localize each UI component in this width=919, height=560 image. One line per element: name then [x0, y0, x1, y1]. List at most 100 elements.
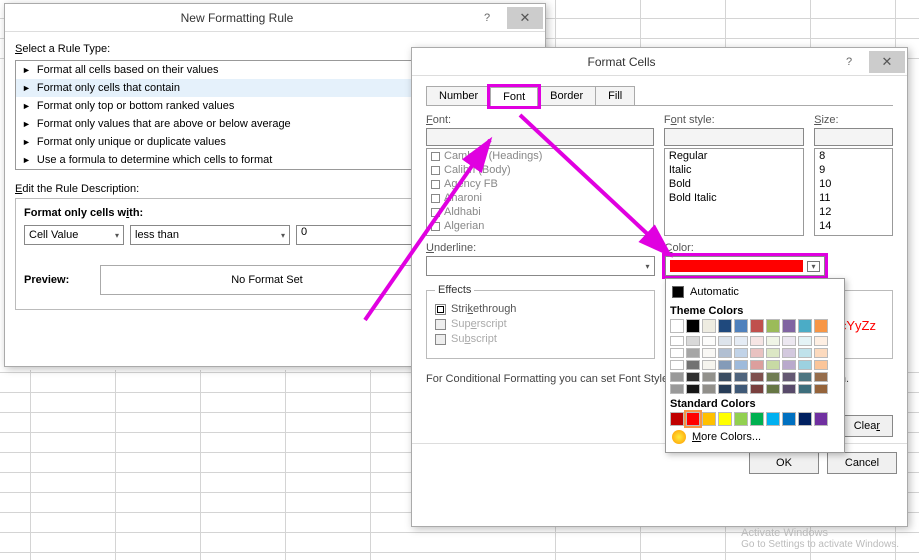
color-swatch[interactable] [702, 319, 716, 333]
color-swatch[interactable] [686, 412, 700, 426]
list-item[interactable]: Bold [665, 177, 803, 191]
tab-border[interactable]: Border [537, 86, 596, 105]
color-swatch[interactable] [766, 372, 780, 382]
color-swatch[interactable] [702, 412, 716, 426]
color-swatch[interactable] [814, 384, 828, 394]
color-swatch[interactable] [798, 360, 812, 370]
criteria-2-dropdown[interactable]: less than▾ [130, 225, 290, 245]
color-swatch[interactable] [814, 336, 828, 346]
color-swatch[interactable] [814, 372, 828, 382]
ok-button[interactable]: OK [749, 452, 819, 474]
color-swatch[interactable] [782, 384, 796, 394]
automatic-color[interactable]: Automatic [670, 283, 840, 301]
color-swatch[interactable] [814, 319, 828, 333]
list-item[interactable]: 11 [815, 191, 892, 205]
color-swatch[interactable] [766, 384, 780, 394]
color-swatch[interactable] [702, 372, 716, 382]
color-swatch[interactable] [670, 372, 684, 382]
color-swatch[interactable] [750, 384, 764, 394]
color-swatch[interactable] [734, 384, 748, 394]
color-swatch[interactable] [814, 360, 828, 370]
color-swatch[interactable] [798, 412, 812, 426]
list-item[interactable]: Agency FB [427, 177, 653, 191]
color-swatch[interactable] [670, 336, 684, 346]
color-swatch[interactable] [718, 336, 732, 346]
list-item[interactable]: Calibri (Body) [427, 163, 653, 177]
color-swatch[interactable] [766, 412, 780, 426]
color-swatch[interactable] [734, 348, 748, 358]
list-item[interactable]: Italic [665, 163, 803, 177]
criteria-1-dropdown[interactable]: Cell Value▾ [24, 225, 124, 245]
color-swatch[interactable] [750, 360, 764, 370]
list-item[interactable]: Algerian [427, 219, 653, 233]
list-item[interactable]: Aldhabi [427, 205, 653, 219]
color-swatch[interactable] [782, 372, 796, 382]
color-swatch[interactable] [782, 412, 796, 426]
color-swatch[interactable] [766, 360, 780, 370]
color-swatch[interactable] [686, 319, 700, 333]
color-swatch[interactable] [814, 348, 828, 358]
color-swatch[interactable] [686, 360, 700, 370]
color-swatch[interactable] [670, 412, 684, 426]
color-swatch[interactable] [702, 384, 716, 394]
color-swatch[interactable] [718, 360, 732, 370]
color-swatch[interactable] [750, 319, 764, 333]
color-swatch[interactable] [670, 384, 684, 394]
color-swatch[interactable] [702, 336, 716, 346]
color-swatch[interactable] [734, 319, 748, 333]
list-item[interactable]: Aharoni [427, 191, 653, 205]
list-item[interactable]: 12 [815, 205, 892, 219]
color-swatch[interactable] [750, 372, 764, 382]
color-swatch[interactable] [718, 319, 732, 333]
color-swatch[interactable] [782, 336, 796, 346]
close-button[interactable]: ✕ [507, 7, 543, 29]
color-swatch[interactable] [734, 372, 748, 382]
help-button[interactable]: ? [831, 51, 867, 73]
color-swatch[interactable] [670, 360, 684, 370]
color-swatch[interactable] [734, 336, 748, 346]
underline-dropdown[interactable]: ▾ [426, 256, 655, 276]
list-item[interactable]: Cambria (Headings) [427, 149, 653, 163]
font-style-list[interactable]: Regular Italic Bold Bold Italic [664, 148, 804, 236]
color-swatch[interactable] [798, 319, 812, 333]
help-button[interactable]: ? [469, 7, 505, 29]
color-swatch[interactable] [814, 412, 828, 426]
color-dropdown[interactable]: ▾ [665, 256, 825, 276]
list-item[interactable]: Bold Italic [665, 191, 803, 205]
color-swatch[interactable] [798, 372, 812, 382]
cancel-button[interactable]: Cancel [827, 452, 897, 474]
color-swatch[interactable] [718, 384, 732, 394]
strikethrough-checkbox[interactable]: Strikethrough [435, 303, 646, 315]
tab-fill[interactable]: Fill [595, 86, 635, 105]
color-swatch[interactable] [798, 384, 812, 394]
font-input[interactable] [426, 128, 654, 146]
color-swatch[interactable] [702, 348, 716, 358]
tab-number[interactable]: Number [426, 86, 491, 105]
color-swatch[interactable] [766, 336, 780, 346]
color-swatch[interactable] [670, 348, 684, 358]
color-swatch[interactable] [702, 360, 716, 370]
color-swatch[interactable] [686, 372, 700, 382]
list-item[interactable]: 9 [815, 163, 892, 177]
clear-button[interactable]: Clear [841, 415, 893, 437]
color-swatch[interactable] [782, 348, 796, 358]
list-item[interactable]: 10 [815, 177, 892, 191]
color-swatch[interactable] [686, 384, 700, 394]
color-swatch[interactable] [718, 412, 732, 426]
list-item[interactable]: Regular [665, 149, 803, 163]
color-swatch[interactable] [718, 372, 732, 382]
color-swatch[interactable] [750, 348, 764, 358]
more-colors[interactable]: More Colors... [670, 426, 840, 448]
color-swatch[interactable] [686, 336, 700, 346]
size-input[interactable] [814, 128, 893, 146]
list-item[interactable]: 8 [815, 149, 892, 163]
close-button[interactable]: ✕ [869, 51, 905, 73]
color-swatch[interactable] [798, 348, 812, 358]
size-list[interactable]: 8 9 10 11 12 14 [814, 148, 893, 236]
color-swatch[interactable] [798, 336, 812, 346]
color-swatch[interactable] [750, 336, 764, 346]
color-swatch[interactable] [734, 412, 748, 426]
color-swatch[interactable] [670, 319, 684, 333]
color-swatch[interactable] [686, 348, 700, 358]
tab-font[interactable]: Font [490, 87, 538, 106]
